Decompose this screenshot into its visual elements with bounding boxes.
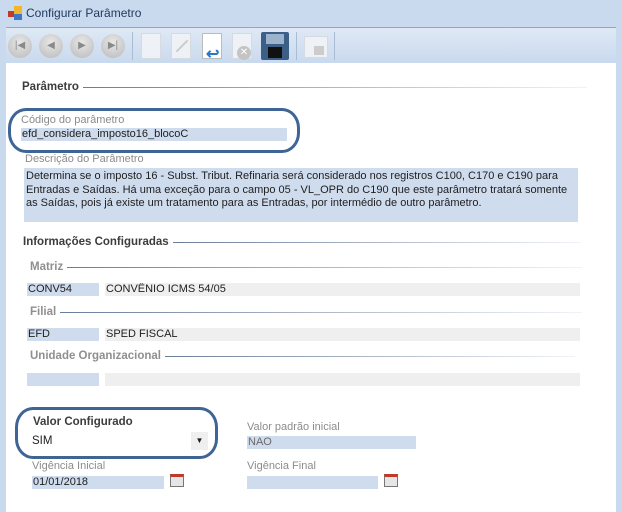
matriz-code-field[interactable]: CONV54: [27, 283, 99, 296]
group-title: Filial: [30, 306, 57, 318]
chevron-down-icon[interactable]: ▼: [191, 432, 208, 450]
toolbar: |◀ ◀ ▶ ▶| ↩ ✕: [6, 27, 616, 63]
valor-padrao-field: NAO: [247, 436, 416, 449]
undo-button[interactable]: ↩: [202, 33, 222, 63]
next-record-button[interactable]: ▶: [70, 34, 94, 58]
toolbar-separator: [296, 32, 297, 60]
vigencia-inicial-label: Vigência Inicial: [32, 460, 106, 472]
valor-configurado-select[interactable]: SIM ▼: [28, 432, 210, 450]
parametro-section-header: Parâmetro: [22, 81, 587, 93]
matriz-header: Matriz: [30, 261, 583, 273]
codigo-label: Código do parâmetro: [21, 114, 125, 126]
arrow-left-icon: ◀: [47, 40, 55, 51]
valor-configurado-label: Valor Configurado: [33, 416, 133, 428]
vigencia-final-label: Vigência Final: [247, 460, 316, 472]
save-button[interactable]: [261, 32, 289, 60]
floppy-disk-icon: [268, 47, 282, 58]
skip-back-icon: |◀: [14, 40, 26, 51]
calendar-icon[interactable]: [384, 474, 398, 487]
unidade-code-field[interactable]: [27, 373, 99, 386]
divider: [67, 266, 583, 268]
last-record-button[interactable]: ▶|: [101, 34, 125, 58]
unidade-desc-field: [105, 373, 580, 386]
filial-code-field[interactable]: EFD: [27, 328, 99, 341]
group-title: Matriz: [30, 261, 64, 273]
divider: [172, 241, 581, 243]
delete-icon: ✕: [237, 46, 251, 60]
select-value: SIM: [32, 435, 53, 447]
first-record-button[interactable]: |◀: [8, 34, 32, 58]
filial-desc-field: SPED FISCAL: [105, 328, 580, 341]
divider: [165, 355, 575, 357]
calendar-icon[interactable]: [170, 474, 184, 487]
lock-icon: [314, 46, 324, 55]
filial-header: Filial: [30, 306, 583, 318]
toolbar-separator: [132, 32, 133, 60]
divider: [82, 86, 587, 88]
info-section-header: Informações Configuradas: [23, 236, 581, 248]
valor-padrao-label: Valor padrão inicial: [247, 421, 340, 433]
vigencia-final-field[interactable]: [247, 476, 378, 489]
toolbar-separator: [334, 32, 335, 60]
new-button[interactable]: [141, 33, 161, 59]
delete-button[interactable]: ✕: [232, 33, 252, 60]
unidade-header: Unidade Organizacional: [30, 350, 575, 362]
vigencia-inicial-field[interactable]: 01/01/2018: [32, 476, 164, 489]
descricao-field[interactable]: Determina se o imposto 16 - Subst. Tribu…: [24, 168, 578, 222]
codigo-field[interactable]: efd_considera_imposto16_blocoC: [21, 128, 287, 141]
undo-icon: ↩: [206, 46, 220, 63]
skip-forward-icon: ▶|: [107, 40, 119, 51]
section-title: Informações Configuradas: [23, 236, 169, 248]
edit-button[interactable]: [171, 33, 191, 59]
lock-button[interactable]: [304, 36, 328, 58]
edit-icon: [175, 39, 189, 53]
arrow-right-icon: ▶: [78, 40, 86, 51]
app-icon: [8, 6, 22, 20]
section-title: Parâmetro: [22, 81, 79, 93]
matriz-desc-field: CONVÊNIO ICMS 54/05: [105, 283, 580, 296]
divider: [60, 311, 583, 313]
group-title: Unidade Organizacional: [30, 350, 161, 362]
descricao-label: Descrição do Parâmetro: [25, 153, 144, 165]
previous-record-button[interactable]: ◀: [39, 34, 63, 58]
window-title: Configurar Parâmetro: [26, 6, 142, 20]
